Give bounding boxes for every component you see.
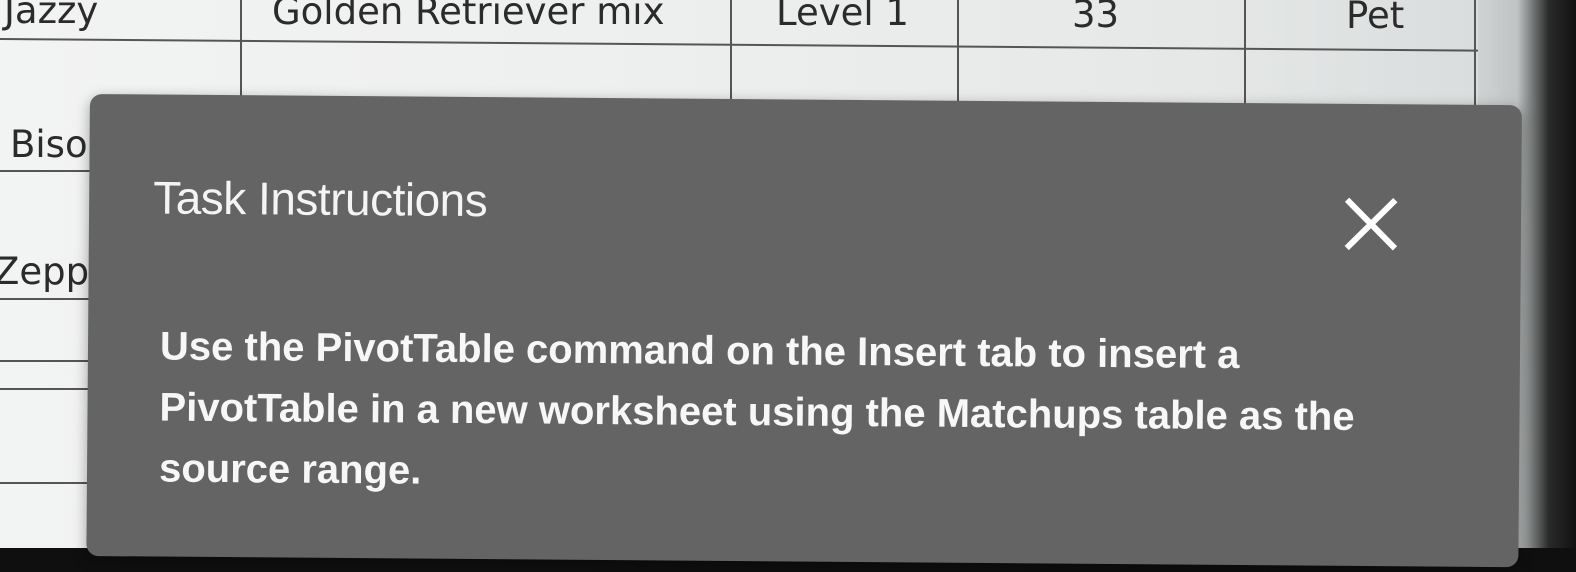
cell-level[interactable]: Level 1 <box>776 0 909 31</box>
grid-line <box>957 0 959 108</box>
grid-line <box>0 170 92 172</box>
cell-type[interactable]: Pet <box>1346 0 1404 34</box>
close-x-icon <box>1344 197 1398 251</box>
grid-line <box>1474 0 1476 120</box>
instruction-text: Use the PivotTable command on the Insert… <box>158 324 1355 493</box>
grid-line <box>0 388 92 390</box>
grid-line <box>730 0 732 104</box>
grid-line <box>0 360 92 362</box>
task-instructions-dialog: Task Instructions Use the PivotTable com… <box>86 94 1522 568</box>
cell-number[interactable]: 33 <box>1072 0 1119 33</box>
cell-name[interactable]: Jazzy <box>4 0 98 29</box>
cell-left-1[interactable]: Biso <box>10 126 88 163</box>
grid-line <box>0 38 1478 52</box>
close-button[interactable] <box>1335 188 1408 261</box>
grid-line <box>1244 0 1246 110</box>
cell-breed[interactable]: Golden Retriever mix <box>272 0 664 30</box>
dialog-title: Task Instructions <box>152 171 488 227</box>
grid-line <box>0 482 92 484</box>
grid-line <box>0 298 92 300</box>
grid-line <box>240 0 242 100</box>
screen: Jazzy Golden Retriever mix Level 1 33 Pe… <box>0 0 1576 572</box>
